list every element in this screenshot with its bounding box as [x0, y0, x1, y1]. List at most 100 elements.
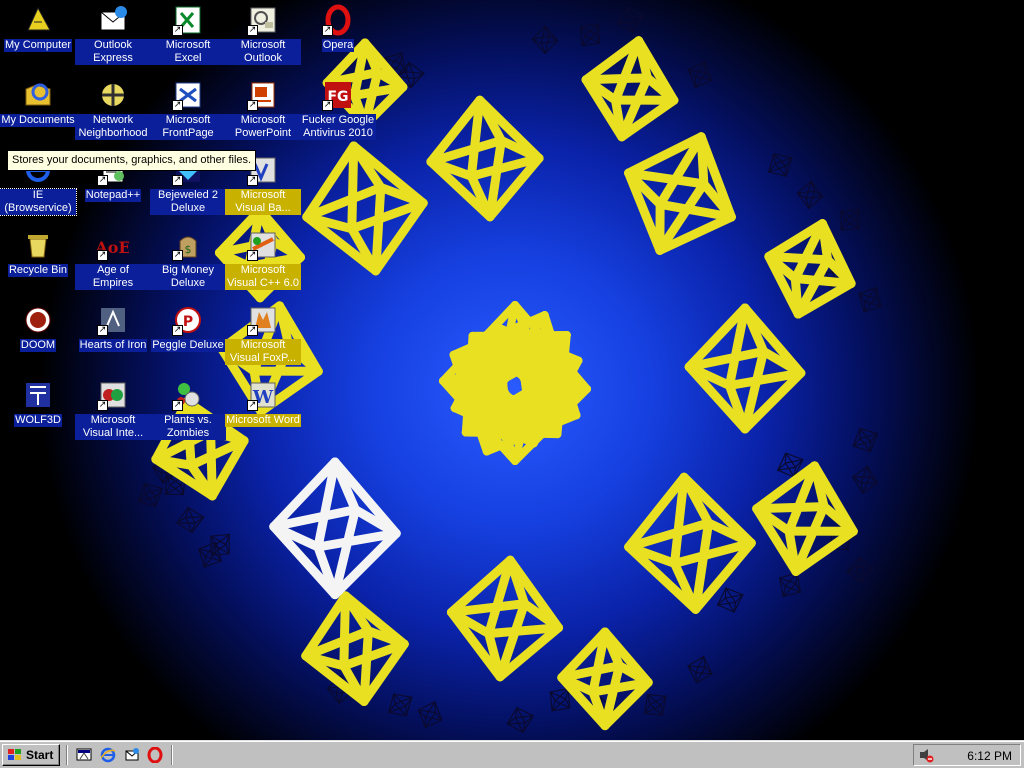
desktop-icon-big-money[interactable]: $ ↗ Big Money Deluxe — [150, 227, 226, 299]
outlook-icon: ↗ — [247, 4, 279, 36]
desktop-icon-powerpoint[interactable]: ↗ Microsoft PowerPoint — [225, 77, 301, 149]
opera-icon[interactable] — [147, 747, 163, 763]
desktop-icon-label: Microsoft Outlook — [225, 39, 301, 65]
shortcut-arrow-icon: ↗ — [97, 325, 108, 336]
network-neighborhood-icon — [97, 79, 129, 111]
peggle-icon: P ↗ — [172, 304, 204, 336]
desktop-icon-label: Microsoft PowerPoint — [225, 114, 301, 140]
octahedron-outline — [687, 655, 713, 684]
start-button[interactable]: Start — [2, 744, 60, 766]
octahedron-outline — [796, 180, 824, 209]
octahedron-frame — [302, 141, 428, 276]
desktop-icon-network-neighborhood[interactable]: Network Neighborhood — [75, 77, 151, 149]
doom-icon — [22, 304, 54, 336]
shortcut-arrow-icon: ↗ — [247, 25, 258, 36]
desktop-icon-recycle-bin[interactable]: Recycle Bin — [0, 227, 76, 299]
desktop-icon-antivirus[interactable]: FG ↗ Fucker Google Antivirus 2010 — [300, 77, 376, 149]
system-tray: 6:12 PM — [913, 744, 1021, 766]
desktop-icon-my-documents[interactable]: My Documents — [0, 77, 76, 149]
internet-explorer-icon[interactable] — [100, 747, 116, 763]
big-money-icon: $ ↗ — [172, 229, 204, 261]
desktop-icon-label: Big Money Deluxe — [150, 264, 226, 290]
outlook-express-icon — [97, 4, 129, 36]
desktop-icon-doom[interactable]: DOOM — [0, 302, 76, 374]
octahedron-outline — [858, 286, 882, 313]
desktop-icon-outlook-express[interactable]: Outlook Express — [75, 2, 151, 74]
shortcut-arrow-icon: ↗ — [97, 250, 108, 261]
desktop-icon-label: Microsoft Word — [225, 414, 301, 427]
desktop-icon-visual-foxpro[interactable]: ↗ Microsoft Visual FoxP... — [225, 302, 301, 374]
octahedron-frame — [426, 95, 544, 222]
shortcut-arrow-icon: ↗ — [172, 400, 183, 411]
antivirus-icon: FG ↗ — [322, 79, 354, 111]
octahedron-frame — [557, 627, 653, 731]
desktop-icon-label: My Documents — [0, 114, 76, 127]
visual-foxpro-icon: ↗ — [247, 304, 279, 336]
desktop-icon-frontpage[interactable]: ↗ Microsoft FrontPage — [150, 77, 226, 149]
desktop-icon-outlook[interactable]: ↗ Microsoft Outlook — [225, 2, 301, 74]
octahedron-outline — [846, 556, 875, 584]
opera-icon: ↗ — [322, 4, 354, 36]
octahedron-outline — [176, 506, 205, 534]
shortcut-arrow-icon: ↗ — [97, 400, 108, 411]
shortcut-arrow-icon: ↗ — [172, 175, 183, 186]
octahedron-outline — [840, 208, 860, 231]
taskbar: Start 6:12 PM — [0, 740, 1024, 768]
word-icon: W ↗ — [247, 379, 279, 411]
outlook-express-icon[interactable] — [124, 747, 140, 763]
volume-icon[interactable] — [918, 747, 934, 763]
octahedron-outline — [388, 693, 413, 717]
plants-vs-zombies-icon: ↗ — [172, 379, 204, 411]
octahedron-outline — [417, 701, 443, 729]
show-desktop-icon[interactable] — [76, 747, 92, 763]
desktop-icon-label: Plants vs. Zombies — [150, 414, 226, 440]
frontpage-icon: ↗ — [172, 79, 204, 111]
desktop-icon-plants-vs-zombies[interactable]: ↗ Plants vs. Zombies — [150, 377, 226, 449]
desktop-icon-visual-cpp[interactable]: ↗ Microsoft Visual C++ 6.0 — [225, 227, 301, 299]
octahedron-frame — [624, 472, 756, 614]
desktop-icon-label: Outlook Express — [75, 39, 151, 65]
desktop-icon-excel[interactable]: ↗ Microsoft Excel — [150, 2, 226, 74]
tooltip: Stores your documents, graphics, and oth… — [7, 150, 257, 171]
shortcut-arrow-icon: ↗ — [247, 175, 258, 186]
recycle-bin-icon — [22, 229, 54, 261]
desktop-icon-my-computer[interactable]: My Computer — [0, 2, 76, 74]
desktop-icon-label: Bejeweled 2 Deluxe — [150, 189, 226, 215]
octahedron-frame — [446, 555, 564, 682]
visual-cpp-icon: ↗ — [247, 229, 279, 261]
desktop-icon-word[interactable]: W ↗ Microsoft Word — [225, 377, 301, 449]
my-computer-icon — [22, 4, 54, 36]
clock[interactable]: 6:12 PM — [967, 749, 1012, 763]
desktop-icon-age-of-empires[interactable]: AoE ↗ Age of Empires — [75, 227, 151, 299]
desktop-icon-visual-interdev[interactable]: ↗ Microsoft Visual Inte... — [75, 377, 151, 449]
desktop-icon-label: Opera — [321, 39, 355, 52]
visual-interdev-icon: ↗ — [97, 379, 129, 411]
hearts-of-iron-icon: ↗ — [97, 304, 129, 336]
desktop-icon-label: Recycle Bin — [7, 264, 69, 277]
shortcut-arrow-icon: ↗ — [322, 100, 333, 111]
desktop-icon-label: Microsoft FrontPage — [150, 114, 226, 140]
octahedron-frame — [624, 132, 736, 255]
octahedron-outline — [531, 25, 559, 54]
desktop-icon-hearts-of-iron[interactable]: ↗ Hearts of Iron — [75, 302, 151, 374]
taskbar-separator — [171, 745, 173, 765]
octahedron-frame — [581, 36, 679, 142]
octahedron-outline — [768, 153, 793, 177]
octahedron-frame — [301, 591, 409, 706]
desktop-icon-wolf3d[interactable]: WOLF3D — [0, 377, 76, 449]
desktop[interactable]: My Computer Outlook Express ↗ Microsoft Exc… — [0, 0, 1024, 740]
age-of-empires-icon: AoE ↗ — [97, 229, 129, 261]
desktop-icon-opera[interactable]: ↗ Opera — [300, 2, 376, 74]
desktop-icon-label: Fucker Google Antivirus 2010 — [300, 114, 376, 140]
desktop-icon-label: Network Neighborhood — [75, 114, 151, 140]
octahedron-outline — [616, 7, 645, 33]
shortcut-arrow-icon: ↗ — [172, 100, 183, 111]
octahedron-outline — [852, 465, 878, 494]
desktop-icon-peggle[interactable]: P ↗ Peggle Deluxe — [150, 302, 226, 374]
desktop-icon-label: Microsoft Visual Inte... — [75, 414, 151, 440]
shortcut-arrow-icon: ↗ — [247, 100, 258, 111]
shortcut-arrow-icon: ↗ — [172, 25, 183, 36]
octahedron-outline — [579, 23, 601, 47]
octahedron-frame — [684, 303, 806, 434]
desktop-icon-label: WOLF3D — [14, 414, 62, 427]
